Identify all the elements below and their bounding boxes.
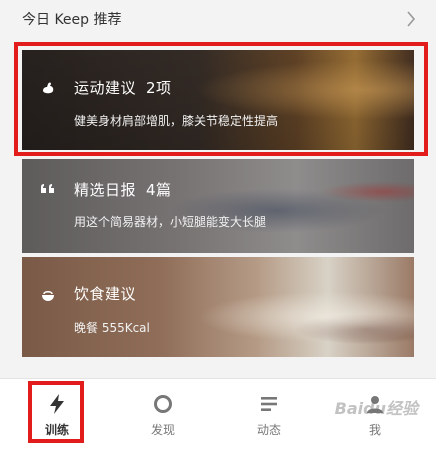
diet-suggestion-card[interactable]: 饮食建议 晚餐 555Kcal bbox=[22, 257, 414, 357]
watermark: Baidu经验 bbox=[334, 399, 418, 418]
daily-digest-card[interactable]: 精选日报 4篇 用这个简易器材，小短腿能变大长腿 bbox=[22, 159, 414, 253]
tab-label: 动态 bbox=[256, 423, 281, 437]
card-title: 饮食建议 bbox=[74, 285, 137, 303]
chevron-right-icon[interactable] bbox=[406, 11, 416, 27]
card-count: 4篇 bbox=[146, 181, 172, 199]
recommendation-header[interactable]: 今日 Keep 推荐 bbox=[0, 0, 436, 38]
card-subtitle: 用这个简易器材，小短腿能变大长腿 bbox=[74, 215, 267, 229]
card-title: 精选日报 4篇 bbox=[74, 181, 172, 199]
bowl-icon bbox=[42, 291, 54, 301]
card-subtitle: 晚餐 555Kcal bbox=[74, 321, 150, 335]
tab-feed[interactable]: 动态 bbox=[234, 393, 304, 447]
tab-label: 发现 bbox=[150, 423, 175, 437]
highlight-box bbox=[28, 381, 84, 443]
tab-discover[interactable]: 发现 bbox=[128, 393, 198, 447]
feed-lines-icon bbox=[261, 397, 277, 411]
tab-label: 我 bbox=[368, 423, 381, 437]
highlight-box bbox=[14, 42, 428, 156]
quote-icon bbox=[41, 184, 54, 193]
discover-ring-icon bbox=[154, 395, 172, 413]
header-title: 今日 Keep 推荐 bbox=[22, 12, 122, 28]
